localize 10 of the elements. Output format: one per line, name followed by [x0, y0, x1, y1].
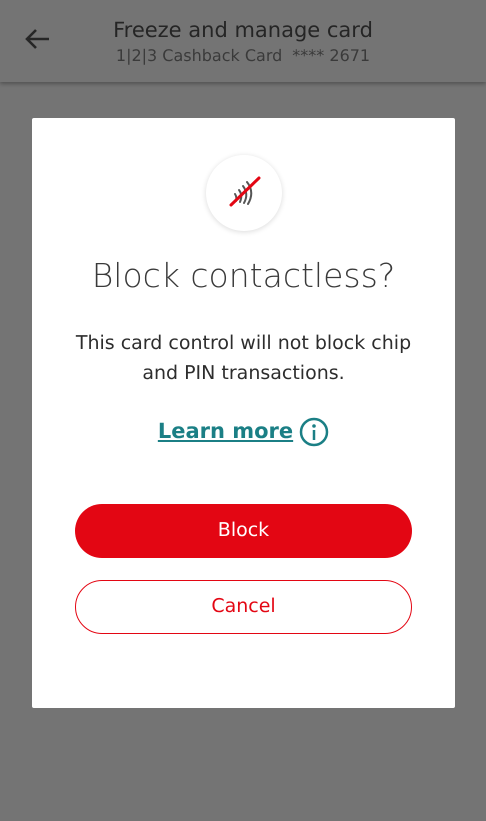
dialog-title: Block contactless?: [92, 256, 396, 296]
learn-more-link[interactable]: Learn more: [158, 416, 294, 448]
card-name: 1|2|3 Cashback Card: [116, 44, 282, 67]
dialog-message: This card control will not block chip and PIN transactions.: [74, 331, 412, 386]
screen-title: Freeze and manage card: [113, 16, 373, 44]
cancel-button[interactable]: Cancel: [75, 580, 412, 634]
card-number: **** 2671: [292, 44, 370, 66]
info-icon[interactable]: [299, 416, 330, 447]
back-icon: [24, 28, 50, 50]
block-button[interactable]: Block: [75, 504, 412, 558]
